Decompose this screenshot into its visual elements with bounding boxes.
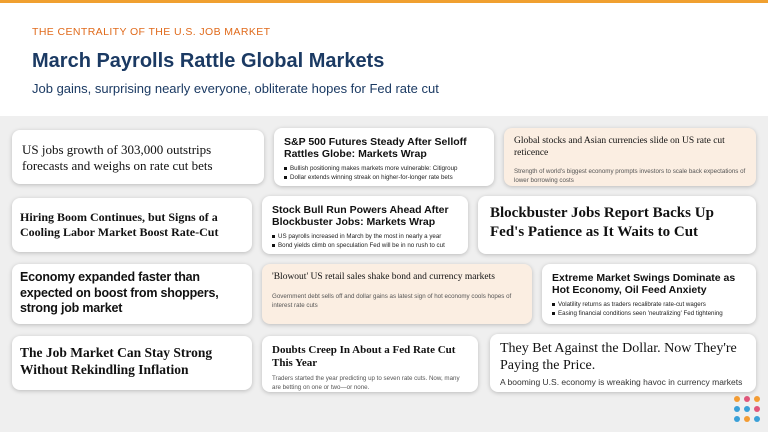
dot-grid-logo-icon [734,396,760,424]
headline-card-ft-jobs-growth: US jobs growth of 303,000 outstrips fore… [12,130,264,184]
card-headline: S&P 500 Futures Steady After Selloff Rat… [284,136,467,160]
card-bullets: Volatility returns as traders recalibrat… [552,300,746,318]
eyebrow-label: THE CENTRALITY OF THE U.S. JOB MARKET [32,26,271,38]
card-bullet: Easing financial conditions seen 'neutra… [552,309,746,318]
card-bullets: US payrolls increased in March by the mo… [272,232,458,250]
card-headline: US jobs growth of 303,000 outstrips fore… [22,142,213,173]
card-bullet: Volatility returns as traders recalibrat… [552,300,746,309]
card-headline: 'Blowout' US retail sales shake bond and… [272,272,495,282]
card-bullet: Dollar extends winning streak on higher-… [284,173,484,182]
card-bullet: Bond yields climb on speculation Fed wil… [272,241,458,250]
slide-header: THE CENTRALITY OF THE U.S. JOB MARKET Ma… [32,26,732,96]
headline-card-ft-blowout: 'Blowout' US retail sales shake bond and… [262,264,532,324]
page-title: March Payrolls Rattle Global Markets [32,50,385,72]
headline-card-bloomberg-swings: Extreme Market Swings Dominate as Hot Ec… [542,264,756,324]
card-headline: Economy expanded faster than expected on… [20,270,219,315]
page-subtitle: Job gains, surprising nearly everyone, o… [32,81,439,96]
card-bullet: Bullish positioning makes markets more v… [284,164,484,173]
top-accent-bar [0,0,768,3]
card-headline: Doubts Creep In About a Fed Rate Cut Thi… [272,344,456,369]
headline-card-bloomberg-bull-run: Stock Bull Run Powers Ahead After Blockb… [262,196,468,254]
card-dek: Government debt sells off and dollar gai… [272,292,512,309]
headline-card-wapo-economy: Economy expanded faster than expected on… [12,264,252,324]
card-dek: A booming U.S. economy is wreaking havoc… [500,377,743,387]
headline-card-nyt-blockbuster: Blockbuster Jobs Report Backs Up Fed's P… [478,196,756,254]
card-bullets: Bullish positioning makes markets more v… [284,164,484,182]
headline-card-wsj-hiring-boom: Hiring Boom Continues, but Signs of a Co… [12,198,252,252]
card-headline: They Bet Against the Dollar. Now They're… [500,341,737,373]
card-headline: Global stocks and Asian currencies slide… [514,136,725,158]
card-headline: Hiring Boom Continues, but Signs of a Co… [20,210,219,239]
card-headline: Stock Bull Run Powers Ahead After Blockb… [272,204,449,228]
card-headline: The Job Market Can Stay Strong Without R… [20,345,213,377]
card-headline: Blockbuster Jobs Report Backs Up Fed's P… [490,205,714,240]
card-headline: Extreme Market Swings Dominate as Hot Ec… [552,272,736,296]
card-dek: Traders started the year predicting up t… [272,375,460,391]
headline-card-wsj-job-market: The Job Market Can Stay Strong Without R… [12,336,252,390]
headline-card-nyt-dollar: They Bet Against the Dollar. Now They're… [490,334,756,392]
card-bullet: US payrolls increased in March by the mo… [272,232,458,241]
headline-card-ft-global-stocks: Global stocks and Asian currencies slide… [504,128,756,186]
headline-card-wsj-doubts: Doubts Creep In About a Fed Rate Cut Thi… [262,336,478,392]
headline-card-bloomberg-sp500: S&P 500 Futures Steady After Selloff Rat… [274,128,494,186]
card-dek: Strength of world's biggest economy prom… [514,168,746,184]
